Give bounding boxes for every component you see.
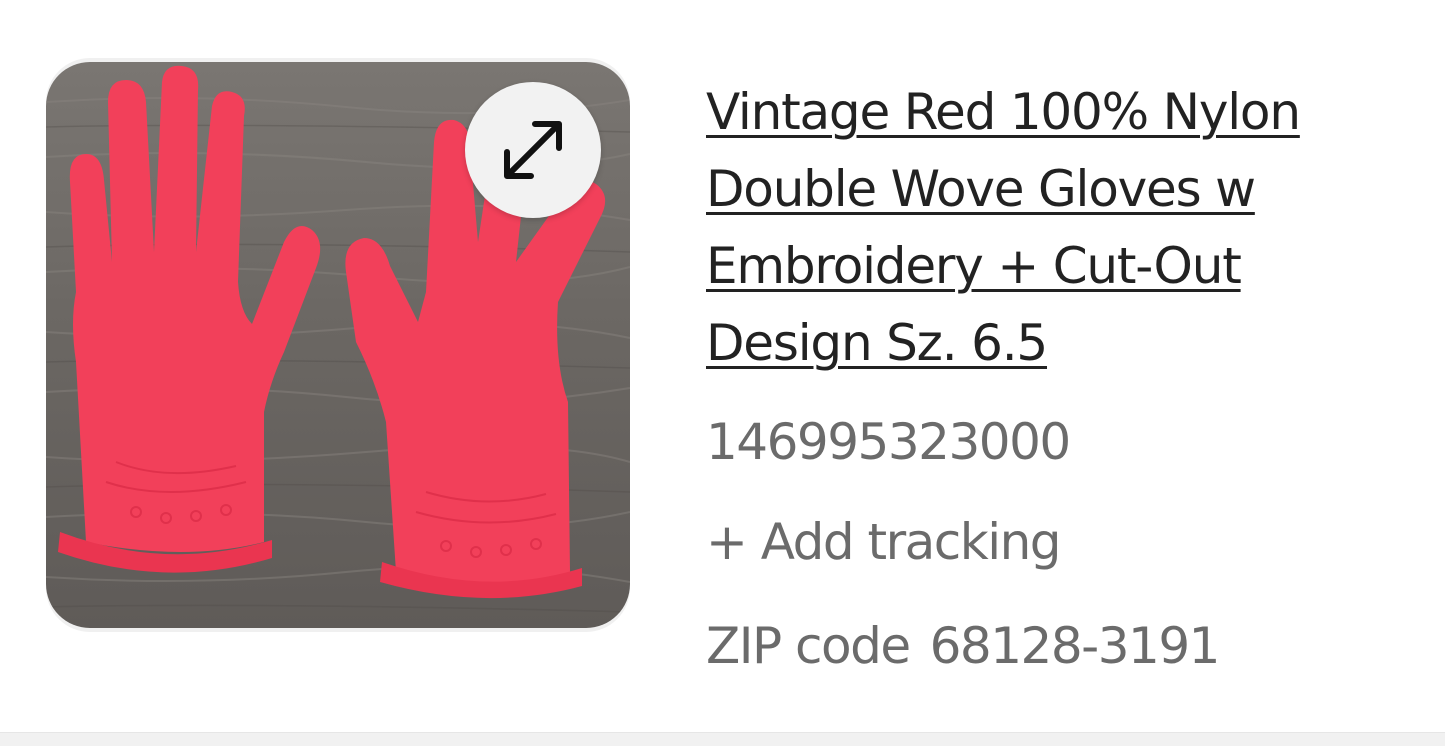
- add-tracking-link[interactable]: + Add tracking: [706, 512, 1406, 572]
- expand-arrows-icon: [504, 121, 562, 179]
- listing-title-link[interactable]: Vintage Red 100% Nylon Double Wove Glove…: [706, 74, 1406, 382]
- order-item-card: Vintage Red 100% Nylon Double Wove Glove…: [0, 0, 1445, 746]
- zip-code-row: ZIP code 68128-3191: [706, 616, 1406, 676]
- zip-code-value: 68128-3191: [929, 617, 1221, 675]
- order-number: 146995323000: [706, 413, 1071, 471]
- zip-code-label: ZIP code: [706, 617, 911, 675]
- section-divider: [0, 732, 1445, 746]
- order-details: Vintage Red 100% Nylon Double Wove Glove…: [706, 74, 1406, 676]
- expand-image-button[interactable]: [465, 82, 601, 218]
